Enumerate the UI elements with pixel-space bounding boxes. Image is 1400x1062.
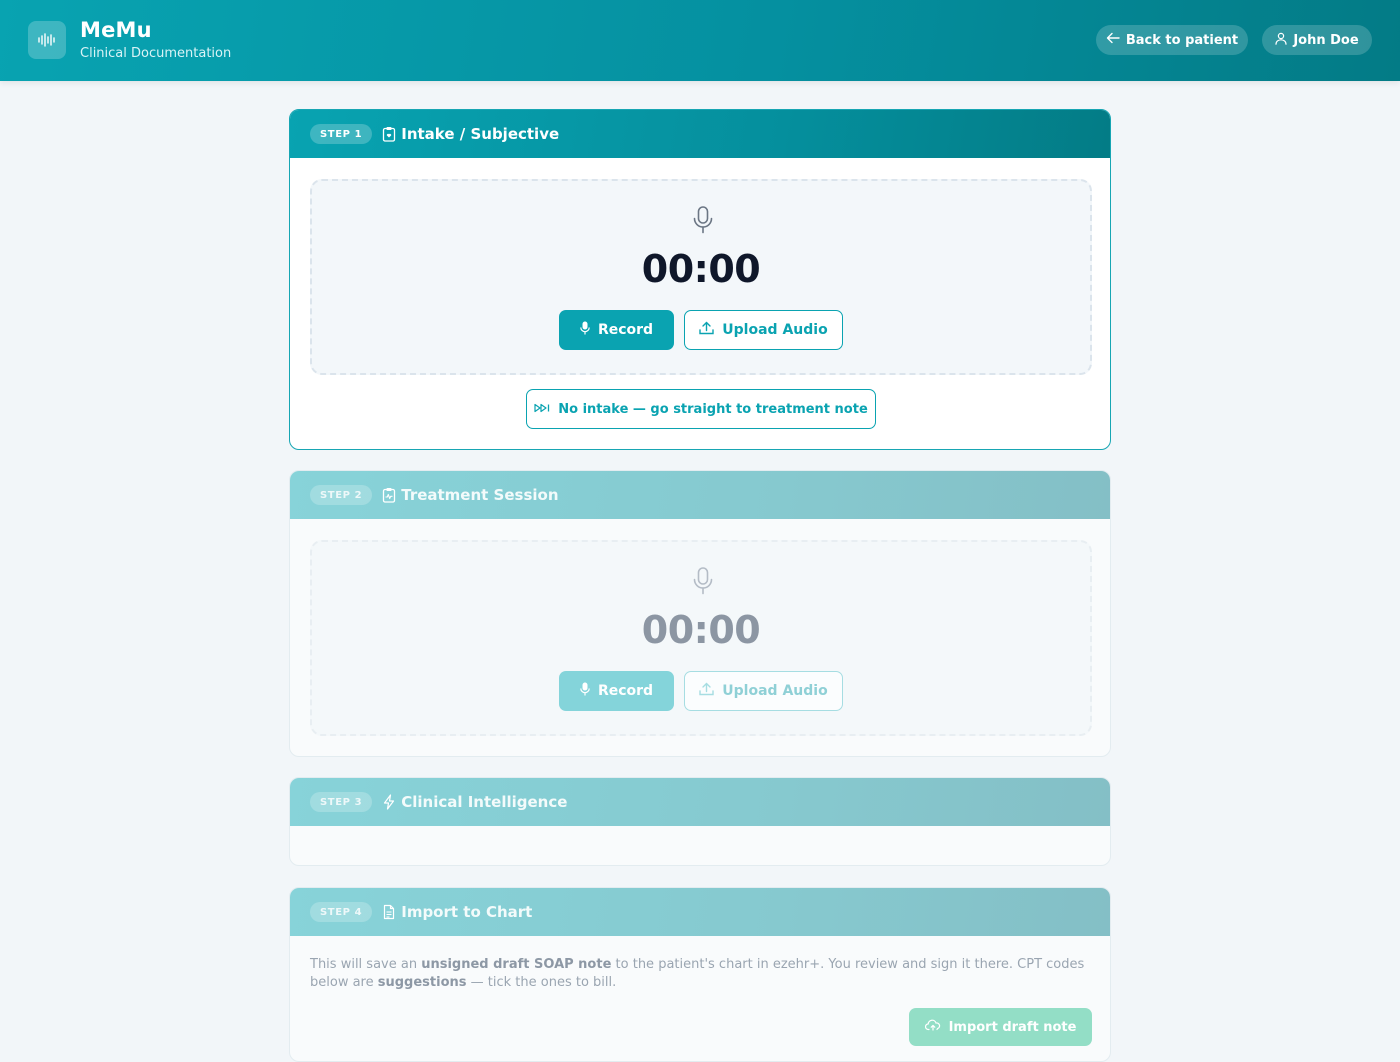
- user-menu-button[interactable]: John Doe: [1262, 25, 1372, 55]
- upload-icon: [699, 321, 714, 339]
- recording-area: 00:00 Record Upload Audio: [310, 179, 1092, 375]
- import-text-bold: unsigned draft SOAP note: [421, 957, 612, 972]
- step-2-card: STEP 2 Treatment Session 00:00 Record Up…: [289, 470, 1111, 757]
- import-draft-note-label: Import draft note: [948, 1019, 1077, 1035]
- step-1-card: STEP 1 Intake / Subjective 00:00 Record …: [289, 109, 1111, 450]
- skip-intake-button[interactable]: No intake — go straight to treatment not…: [526, 389, 876, 429]
- step-1-header: STEP 1 Intake / Subjective: [290, 110, 1110, 158]
- step-4-title: Import to Chart: [401, 903, 533, 921]
- record-label: Record: [597, 683, 654, 699]
- skip-intake-label: No intake — go straight to treatment not…: [558, 401, 868, 417]
- import-text-bold: suggestions: [377, 975, 467, 990]
- record-button[interactable]: Record: [559, 310, 674, 350]
- waveform-icon: [28, 21, 66, 59]
- upload-audio-button[interactable]: Upload Audio: [684, 671, 843, 711]
- upload-audio-label: Upload Audio: [722, 322, 828, 338]
- step-3-card: STEP 3 Clinical Intelligence: [289, 777, 1111, 866]
- recording-area: 00:00 Record Upload Audio: [310, 540, 1092, 736]
- step-4-header: STEP 4 Import to Chart: [290, 888, 1110, 936]
- clipboard-pulse-icon: [381, 487, 397, 503]
- step-badge: STEP 1: [310, 124, 373, 144]
- top-bar: MeMu Clinical Documentation Back to pati…: [0, 0, 1400, 81]
- step-badge: STEP 4: [310, 902, 373, 922]
- user-name: John Doe: [1293, 32, 1359, 48]
- step-badge: STEP 2: [310, 485, 373, 505]
- import-text: This will save an: [310, 957, 422, 972]
- arrow-left-icon: [1106, 32, 1120, 48]
- user-icon: [1275, 32, 1287, 49]
- step-3-header: STEP 3 Clinical Intelligence: [290, 778, 1110, 826]
- microphone-icon: [691, 566, 715, 596]
- step-4-card: STEP 4 Import to Chart This will save an…: [289, 887, 1111, 1062]
- step-3-title: Clinical Intelligence: [401, 793, 568, 811]
- recording-timer: 00:00: [641, 247, 761, 291]
- step-2-title: Treatment Session: [401, 486, 559, 504]
- cloud-upload-icon: [924, 1019, 941, 1035]
- recording-timer: 00:00: [641, 608, 761, 652]
- record-label: Record: [597, 322, 654, 338]
- import-description: This will save an unsigned draft SOAP no…: [310, 956, 1090, 992]
- microphone-icon: [580, 321, 590, 339]
- upload-audio-button[interactable]: Upload Audio: [684, 310, 843, 350]
- back-to-patient-button[interactable]: Back to patient: [1096, 25, 1248, 55]
- document-icon: [381, 904, 397, 920]
- step-2-header: STEP 2 Treatment Session: [290, 471, 1110, 519]
- import-text: — tick the ones to bill.: [466, 975, 617, 990]
- back-to-patient-label: Back to patient: [1125, 32, 1239, 48]
- upload-icon: [699, 682, 714, 700]
- brand-subtitle: Clinical Documentation: [80, 46, 232, 61]
- step-badge: STEP 3: [310, 792, 373, 812]
- microphone-icon: [580, 682, 590, 700]
- record-button[interactable]: Record: [559, 671, 674, 711]
- microphone-icon: [691, 205, 715, 235]
- skip-forward-icon: [534, 402, 550, 417]
- step-1-title: Intake / Subjective: [401, 125, 560, 143]
- lightning-icon: [381, 794, 397, 810]
- brand-title: MeMu: [80, 18, 152, 42]
- clipboard-heart-icon: [381, 126, 397, 142]
- upload-audio-label: Upload Audio: [722, 683, 828, 699]
- import-draft-note-button[interactable]: Import draft note: [909, 1008, 1092, 1046]
